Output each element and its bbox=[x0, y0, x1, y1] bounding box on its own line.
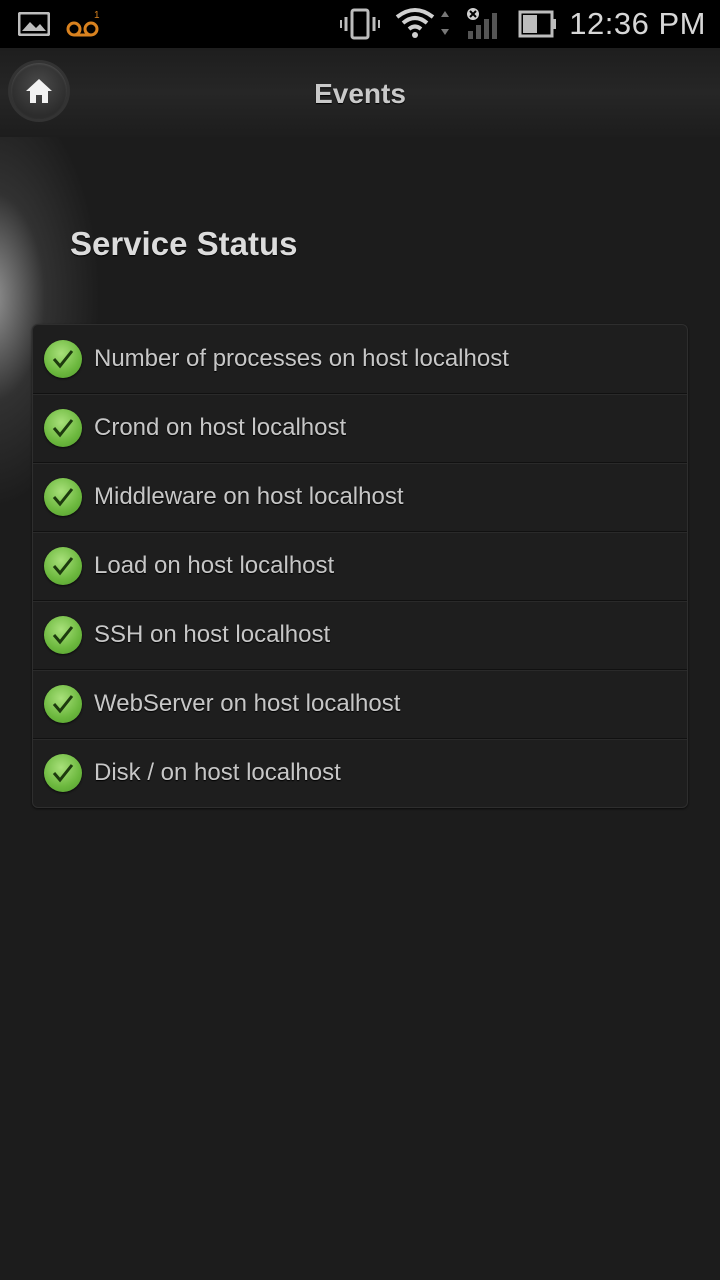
main-content: Service Status Number of processes on ho… bbox=[0, 137, 720, 1280]
check-icon bbox=[44, 685, 82, 723]
voicemail-icon: 1 bbox=[66, 0, 102, 48]
service-label: Middleware on host localhost bbox=[94, 483, 404, 510]
service-item-disk[interactable]: Disk / on host localhost bbox=[33, 738, 687, 807]
check-icon bbox=[44, 409, 82, 447]
check-icon bbox=[44, 547, 82, 585]
vibrate-icon bbox=[340, 0, 380, 48]
check-icon bbox=[44, 478, 82, 516]
page-title: Events bbox=[314, 78, 406, 109]
service-label: Number of processes on host localhost bbox=[94, 345, 509, 372]
signal-icon bbox=[464, 0, 504, 48]
gallery-icon bbox=[18, 0, 50, 48]
service-item-middleware[interactable]: Middleware on host localhost bbox=[33, 462, 687, 531]
check-icon bbox=[44, 754, 82, 792]
service-status-list: Number of processes on host localhost Cr… bbox=[32, 324, 688, 808]
check-icon bbox=[44, 616, 82, 654]
wifi-icon bbox=[395, 0, 451, 48]
section-title: Service Status bbox=[70, 225, 298, 262]
service-item-webserver[interactable]: WebServer on host localhost bbox=[33, 669, 687, 738]
status-bar: 1 12:36 PM bbox=[0, 0, 720, 48]
svg-text:1: 1 bbox=[94, 10, 100, 21]
service-label: Load on host localhost bbox=[94, 552, 335, 579]
service-label: WebServer on host localhost bbox=[94, 690, 401, 717]
service-item-crond[interactable]: Crond on host localhost bbox=[33, 393, 687, 462]
service-item-ssh[interactable]: SSH on host localhost bbox=[33, 600, 687, 669]
battery-icon bbox=[518, 0, 558, 48]
service-item-processes[interactable]: Number of processes on host localhost bbox=[33, 325, 687, 393]
service-label: Disk / on host localhost bbox=[94, 759, 341, 786]
service-label: Crond on host localhost bbox=[94, 414, 347, 441]
status-time: 12:36 PM bbox=[569, 6, 706, 41]
check-icon bbox=[44, 340, 82, 378]
service-item-load[interactable]: Load on host localhost bbox=[33, 531, 687, 600]
service-label: SSH on host localhost bbox=[94, 621, 331, 648]
